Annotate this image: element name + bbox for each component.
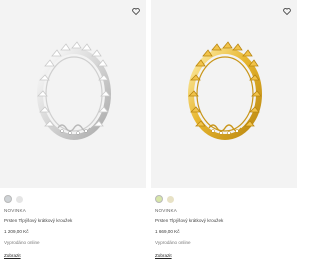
ring-image	[188, 41, 262, 140]
new-badge: NOVINKA	[4, 208, 27, 213]
ring-image	[37, 41, 111, 140]
heart-outline-icon	[283, 7, 291, 15]
availability-status: Vyprodáno online	[4, 240, 40, 245]
product-image[interactable]	[0, 0, 146, 188]
availability-status: Vyprodáno online	[155, 240, 191, 245]
new-badge: NOVINKA	[155, 208, 178, 213]
view-product-link[interactable]: Zobrazit	[4, 253, 21, 259]
heart-outline-icon	[132, 7, 140, 15]
product-title[interactable]: Prsten Tlpýšový krátkový kroužek	[4, 218, 72, 224]
color-swatch[interactable]	[167, 195, 174, 203]
product-image[interactable]	[151, 0, 297, 188]
color-swatch[interactable]	[4, 195, 12, 203]
color-swatch[interactable]	[155, 195, 163, 203]
product-card[interactable]: NOVINKA Prsten Tlpýšový krátkový kroužek…	[0, 0, 146, 270]
product-title[interactable]: Prsten Tlpýšový krátkový kroužek	[155, 218, 223, 224]
product-card[interactable]: NOVINKA Prsten Tlpýšový krátkový kroužek…	[151, 0, 297, 270]
color-swatches	[4, 195, 23, 203]
product-grid: NOVINKA Prsten Tlpýšový krátkový kroužek…	[0, 0, 297, 270]
product-price: 1 669,00 Kč	[155, 229, 180, 234]
wishlist-button[interactable]	[131, 6, 141, 16]
view-product-link[interactable]: Zobrazit	[155, 253, 172, 259]
product-price: 1 209,00 Kč	[4, 229, 29, 234]
wishlist-button[interactable]	[282, 6, 292, 16]
color-swatches	[155, 195, 174, 203]
color-swatch[interactable]	[16, 195, 23, 203]
